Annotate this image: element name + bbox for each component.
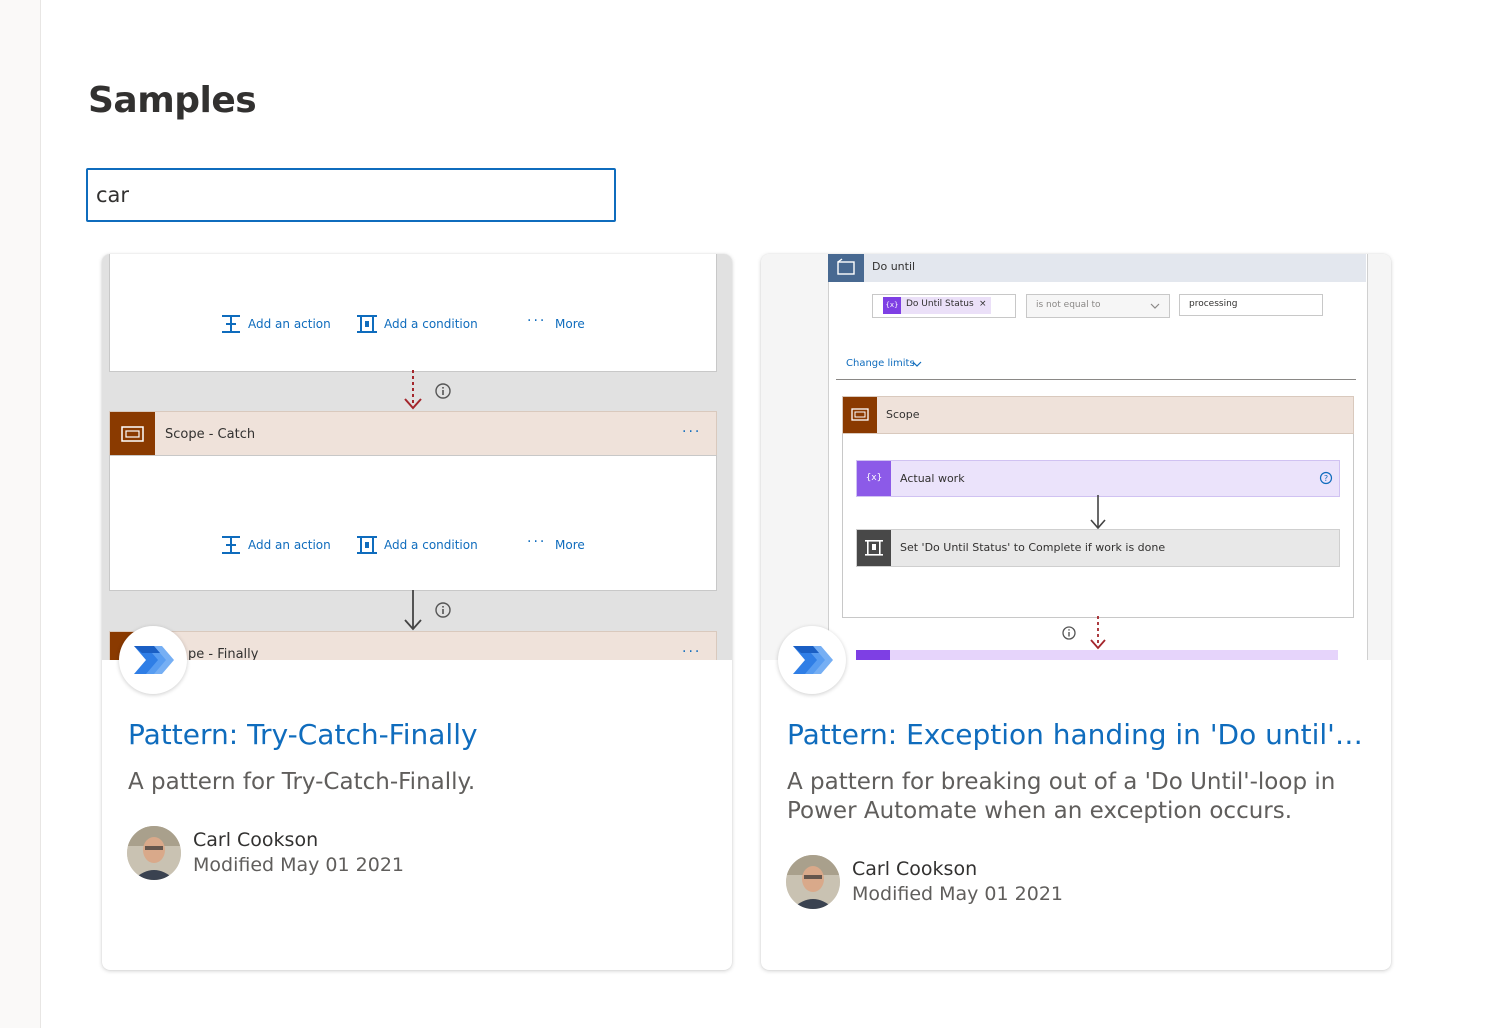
author-name: Carl Cookson (193, 829, 319, 851)
preview-operator-label: is not equal to (1036, 300, 1101, 310)
more-dots-icon: ··· (527, 534, 547, 550)
run-after-arrow-icon (404, 370, 422, 410)
run-after-arrow-icon (1090, 616, 1106, 650)
down-arrow-icon (1090, 495, 1106, 530)
variable-icon: {x} (857, 461, 891, 496)
card-title[interactable]: Pattern: Try-Catch-Finally (128, 718, 708, 751)
card-description: A pattern for breaking out of a 'Do Unti… (787, 769, 1336, 824)
chevron-down-icon (1150, 303, 1160, 309)
power-automate-logo-icon (119, 626, 187, 694)
preview-more-label: More (555, 538, 585, 552)
info-icon (435, 602, 451, 618)
avatar (786, 855, 840, 909)
preview-set-status-label: Set 'Do Until Status' to Complete if wor… (900, 541, 1166, 554)
left-rail (0, 0, 41, 1028)
preview-scope-finally-label: pe - Finally (188, 647, 259, 660)
preview-scope-catch-header: Scope - Catch ··· (109, 411, 717, 457)
more-dots-icon: ··· (527, 313, 547, 329)
preview-scope-header: Scope (842, 396, 1354, 434)
divider (836, 379, 1356, 380)
more-dots-icon: ··· (682, 644, 702, 660)
preview-add-condition-label: Add a condition (384, 317, 478, 331)
preview-change-limits: Change limits (846, 358, 915, 369)
more-dots-icon: ··· (682, 424, 702, 440)
power-automate-logo-icon (778, 626, 846, 694)
add-action-icon (222, 315, 240, 333)
card-author: Carl Cookson Modified May 01 2021 (127, 826, 404, 880)
chevron-down-icon (912, 361, 922, 367)
token-remove-icon: × (979, 299, 987, 309)
preview-add-condition-label: Add a condition (384, 538, 478, 552)
preview-next-step (856, 650, 1338, 660)
preview-scope-finally-header: pe - Finally ··· (109, 631, 717, 660)
card-thumbnail: Do until {x} Do Until Status × is not eq… (761, 254, 1391, 660)
info-icon (435, 383, 451, 399)
preview-add-action-label: Add an action (248, 538, 331, 552)
card-author: Carl Cookson Modified May 01 2021 (786, 855, 1063, 909)
card-thumbnail: Add an action Add a condition ··· More S… (102, 254, 732, 660)
svg-text:?: ? (1324, 474, 1328, 483)
preview-do-until-label: Do until (872, 260, 916, 273)
preview-add-action-label: Add an action (248, 317, 331, 331)
preview-value-label: processing (1189, 299, 1238, 309)
preview-scope-catch-body: Add an action Add a condition ··· More (109, 455, 717, 591)
author-name: Carl Cookson (852, 858, 978, 880)
preview-condition-operator: is not equal to (1026, 294, 1170, 318)
sample-card-try-catch-finally[interactable]: Add an action Add a condition ··· More S… (102, 254, 732, 970)
page-title: Samples (88, 80, 257, 121)
preview-actual-work-label: Actual work (900, 472, 965, 485)
down-arrow-icon (404, 590, 422, 631)
modified-date: Modified May 01 2021 (852, 883, 1064, 905)
preview-set-status: Set 'Do Until Status' to Complete if wor… (856, 529, 1340, 567)
preview-condition-left: {x} Do Until Status × (872, 294, 1016, 318)
avatar (127, 826, 181, 880)
help-icon: ? (1319, 471, 1333, 485)
variable-icon: {x} (883, 297, 901, 314)
sample-card-do-until-exception[interactable]: Do until {x} Do Until Status × is not eq… (761, 254, 1391, 970)
card-title[interactable]: Pattern: Exception handing in 'Do until'… (787, 718, 1367, 751)
preview-scope-body: Add an action Add a condition ··· More (109, 254, 717, 372)
info-icon (1062, 626, 1076, 640)
add-condition-icon (357, 536, 377, 554)
preview-scope-catch-label: Scope - Catch (165, 427, 256, 442)
preview-token-label: Do Until Status (906, 299, 974, 309)
add-condition-icon (357, 315, 377, 333)
preview-actual-work: {x} Actual work ? (856, 460, 1340, 497)
preview-do-until-header: Do until (828, 254, 1366, 282)
condition-icon (857, 530, 891, 566)
loop-icon (828, 254, 864, 282)
scope-icon (110, 412, 155, 456)
card-description: A pattern for Try-Catch-Finally. (128, 769, 476, 795)
preview-more-label: More (555, 317, 585, 331)
preview-condition-value: processing (1179, 294, 1323, 316)
preview-scope-label: Scope (886, 408, 920, 421)
add-action-icon (222, 536, 240, 554)
scope-icon (843, 397, 877, 433)
preview-token: {x} Do Until Status × (883, 297, 991, 314)
modified-date: Modified May 01 2021 (193, 854, 405, 876)
search-input[interactable] (86, 168, 616, 222)
